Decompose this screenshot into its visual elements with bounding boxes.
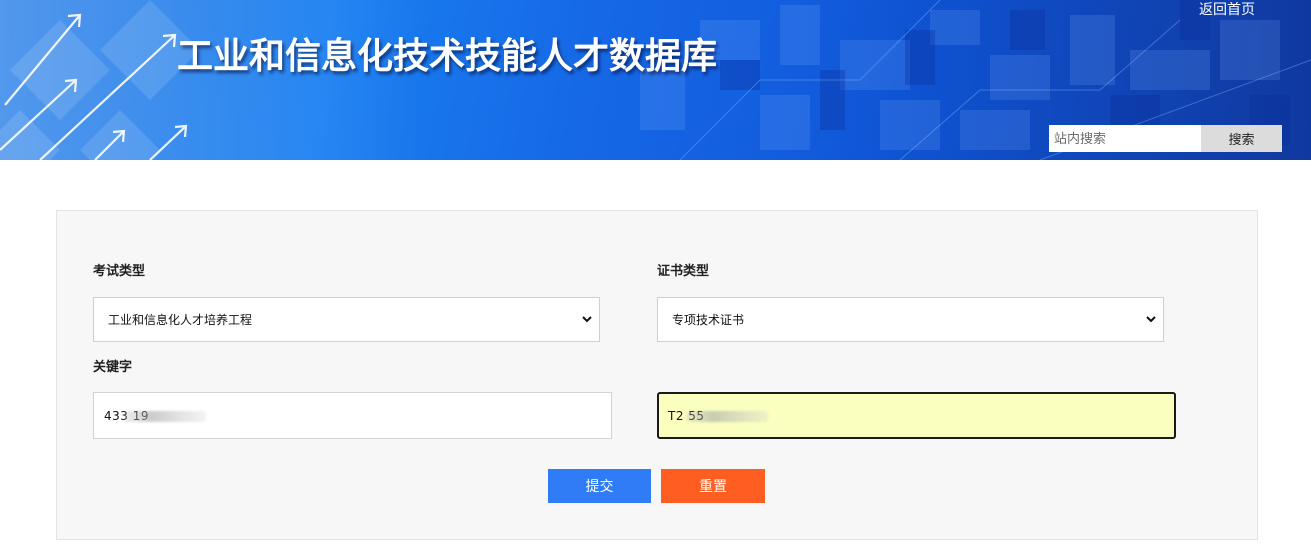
submit-button[interactable]: 提交	[548, 469, 651, 503]
site-title: 工业和信息化技术技能人才数据库	[177, 36, 718, 77]
exam-type-selected-value: 工业和信息化人才培养工程	[108, 313, 253, 327]
exam-type-label: 考试类型	[93, 264, 146, 279]
redaction-blur	[124, 411, 206, 422]
cert-type-selected-value: 专项技术证书	[672, 313, 745, 327]
back-home-link[interactable]: 返回首页	[1199, 1, 1255, 19]
chevron-down-icon	[582, 316, 592, 323]
query-form-panel	[56, 210, 1258, 540]
exam-type-select[interactable]: 工业和信息化人才培养工程	[93, 297, 600, 342]
id-number-input[interactable]: 433 19	[93, 392, 612, 439]
chevron-down-icon	[1146, 316, 1156, 323]
site-search-input[interactable]	[1049, 125, 1201, 152]
reset-button[interactable]: 重置	[661, 469, 765, 503]
header-banner: 返回首页 工业和信息化技术技能人才数据库 搜索	[0, 0, 1311, 160]
cert-type-select[interactable]: 专项技术证书	[657, 297, 1164, 342]
cert-number-input[interactable]: T2 55	[657, 392, 1176, 439]
redaction-blur	[686, 411, 768, 422]
cert-type-label: 证书类型	[657, 264, 710, 279]
search-button[interactable]: 搜索	[1201, 125, 1282, 152]
keyword-label: 关键字	[93, 360, 133, 375]
